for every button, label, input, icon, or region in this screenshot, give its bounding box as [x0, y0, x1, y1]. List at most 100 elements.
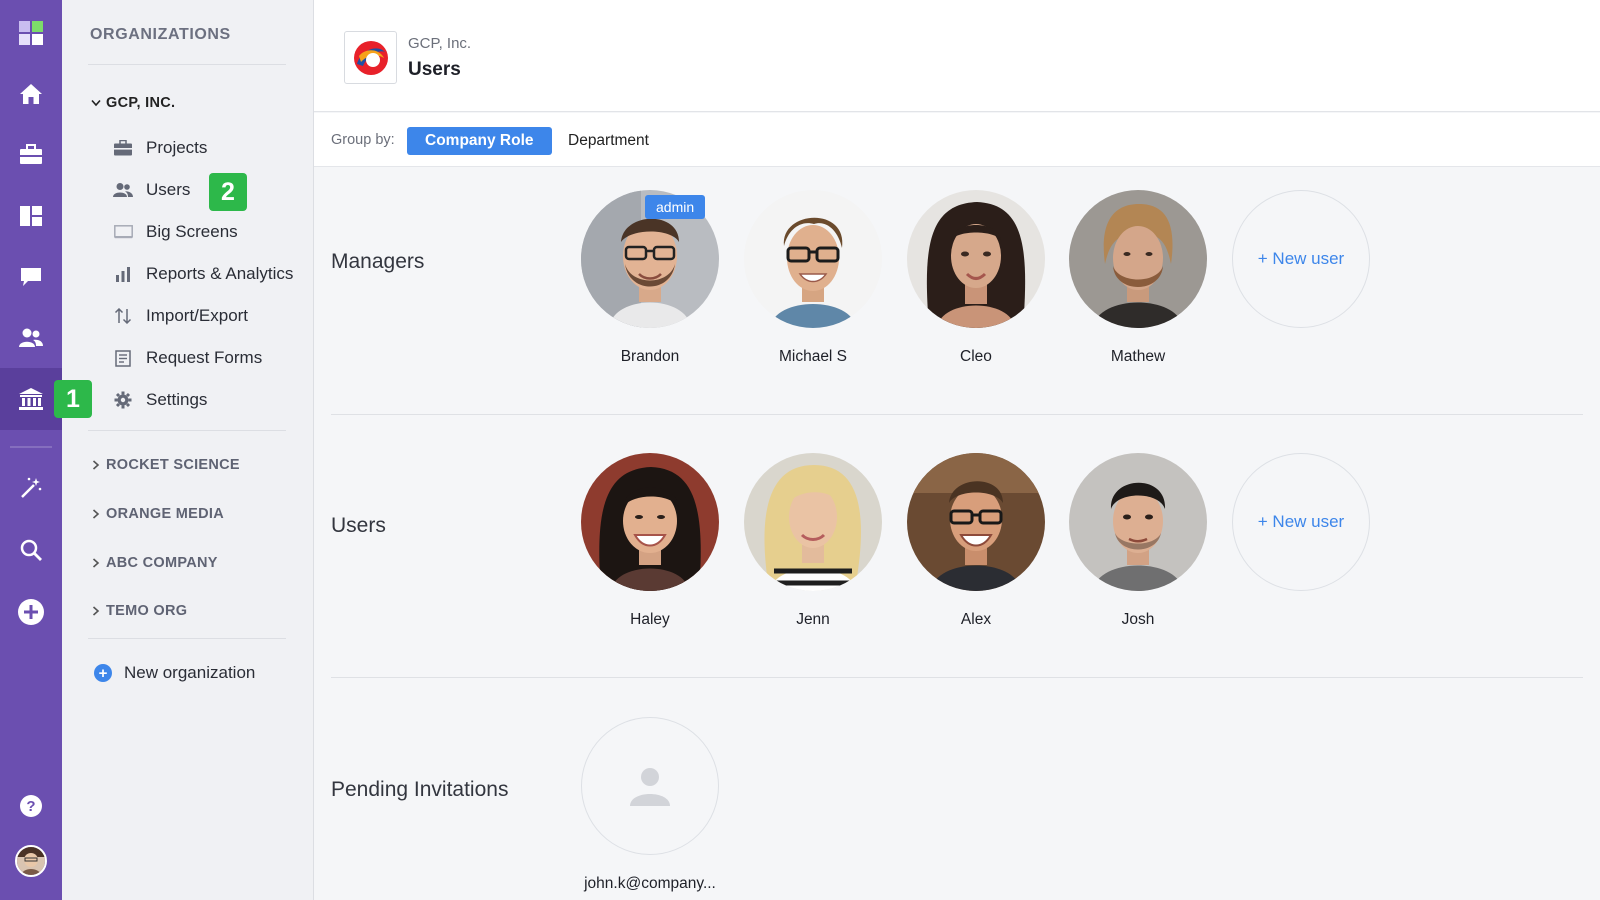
org-toggle-rocket-science[interactable]: ROCKET SCIENCE	[88, 457, 240, 473]
user-name: Michael S	[778, 348, 848, 365]
sidebar-item-reports[interactable]: Reports & Analytics	[112, 263, 293, 285]
sidebar-item-projects[interactable]: Projects	[112, 137, 207, 159]
breadcrumb[interactable]: GCP, Inc.	[408, 35, 471, 52]
user-card-cleo[interactable]: Cleo	[907, 190, 1045, 366]
users-icon	[112, 179, 134, 201]
help-icon[interactable]: ?	[0, 783, 62, 829]
user-avatar-image	[15, 845, 47, 877]
icon-rail: ?	[0, 0, 62, 900]
sidebar-divider	[88, 638, 286, 639]
page-header: GCP, Inc. Users	[314, 0, 1600, 112]
chevron-right-icon	[88, 558, 104, 568]
group-by-bar: Group by: Company Role Department	[314, 113, 1600, 167]
home-icon[interactable]	[0, 71, 62, 117]
plus-icon: +	[94, 664, 112, 682]
user-photo	[581, 453, 719, 591]
group-label-pending: Pending Invitations	[331, 778, 509, 801]
user-photo	[1069, 190, 1207, 328]
add-circle-icon[interactable]	[0, 589, 62, 635]
sidebar-item-label: Reports & Analytics	[146, 264, 294, 283]
gear-icon	[112, 389, 134, 411]
sidebar-item-settings[interactable]: Settings	[112, 389, 207, 411]
org-toggle-abc-company[interactable]: ABC COMPANY	[88, 555, 218, 571]
chevron-down-icon	[88, 99, 104, 107]
org-toggle-orange-media[interactable]: ORANGE MEDIA	[88, 506, 224, 522]
user-name: Cleo	[960, 348, 992, 365]
briefcase-icon	[112, 137, 134, 159]
admin-badge: admin	[645, 195, 706, 219]
sidebar-item-label: Settings	[146, 390, 208, 409]
sidebar-item-label: Import/Export	[146, 306, 249, 325]
bank-icon[interactable]	[0, 368, 62, 430]
svg-text:?: ?	[26, 798, 35, 815]
user-photo	[1069, 453, 1207, 591]
user-photo	[744, 453, 882, 591]
new-organization-label: New organization	[124, 663, 256, 682]
sidebar-divider	[88, 430, 286, 431]
user-photo	[907, 453, 1045, 591]
company-logo	[344, 31, 397, 84]
org-name: GCP, INC.	[106, 95, 176, 111]
search-icon[interactable]	[0, 527, 62, 573]
group-by-department[interactable]: Department	[550, 127, 667, 155]
form-icon	[112, 347, 134, 369]
monitor-icon	[112, 221, 134, 243]
sidebar-item-import-export[interactable]: Import/Export	[112, 305, 248, 327]
step-badge-2: 2	[209, 173, 247, 211]
chevron-right-icon	[88, 460, 104, 470]
group-divider	[331, 677, 1583, 678]
sidebar-item-big-screens[interactable]: Big Screens	[112, 221, 238, 243]
user-card-jenn[interactable]: Jenn	[744, 453, 882, 629]
group-by-label: Group by:	[331, 132, 395, 148]
user-name: Brandon	[620, 348, 680, 365]
org-toggle-gcp[interactable]: GCP, INC.	[88, 95, 175, 111]
chevron-right-icon	[88, 509, 104, 519]
group-by-company-role[interactable]: Company Role	[407, 127, 552, 155]
user-name: Haley	[630, 611, 670, 628]
step-badge-1: 1	[54, 380, 92, 418]
sidebar-item-request-forms[interactable]: Request Forms	[112, 347, 262, 369]
org-name: ORANGE MEDIA	[106, 506, 224, 522]
user-card-josh[interactable]: Josh	[1069, 453, 1207, 629]
magic-wand-icon[interactable]	[0, 465, 62, 511]
user-name: Jenn	[796, 611, 830, 628]
sidebar-item-users[interactable]: Users	[112, 179, 190, 201]
user-card-michael-s[interactable]: Michael S	[744, 190, 882, 366]
app-logo-icon[interactable]	[0, 10, 62, 56]
sidebar-item-label: Big Screens	[146, 222, 238, 241]
sidebar-item-label: Users	[146, 180, 191, 199]
page-title: Users	[408, 59, 461, 80]
org-name: TEMO ORG	[106, 603, 188, 619]
chat-icon[interactable]	[0, 254, 62, 300]
swap-arrows-icon	[112, 305, 134, 327]
bar-chart-icon	[112, 263, 134, 285]
user-card-haley[interactable]: Haley	[581, 453, 719, 629]
rail-divider	[10, 446, 52, 448]
briefcase-icon[interactable]	[0, 132, 62, 178]
organizations-heading: ORGANIZATIONS	[90, 26, 231, 43]
user-avatar[interactable]	[0, 838, 62, 884]
chevron-right-icon	[88, 606, 104, 616]
sidebar-divider	[88, 64, 286, 65]
org-toggle-temo-org[interactable]: TEMO ORG	[88, 603, 187, 619]
group-label-managers: Managers	[331, 250, 425, 273]
organizations-sidebar: ORGANIZATIONS GCP, INC. Projects Users B…	[62, 0, 314, 900]
pending-invite-card[interactable]: john.k@company...	[581, 717, 719, 893]
user-card-mathew[interactable]: Mathew	[1069, 190, 1207, 366]
people-icon[interactable]	[0, 315, 62, 361]
user-photo	[744, 190, 882, 328]
sidebar-item-label: Projects	[146, 138, 208, 157]
user-name: Josh	[1121, 611, 1155, 628]
user-name: Alex	[960, 611, 992, 628]
person-silhouette-icon	[630, 768, 670, 806]
placeholder-avatar	[581, 717, 719, 855]
board-icon[interactable]	[0, 193, 62, 239]
new-user-button-users[interactable]: + New user	[1232, 453, 1370, 591]
group-label-users: Users	[331, 514, 386, 537]
user-photo	[907, 190, 1045, 328]
user-name: Mathew	[1110, 348, 1166, 365]
user-card-alex[interactable]: Alex	[907, 453, 1045, 629]
new-user-button-managers[interactable]: + New user	[1232, 190, 1370, 328]
new-organization-button[interactable]: + New organization	[94, 663, 255, 683]
main-panel: GCP, Inc. Users Group by: Company Role D…	[314, 0, 1600, 900]
